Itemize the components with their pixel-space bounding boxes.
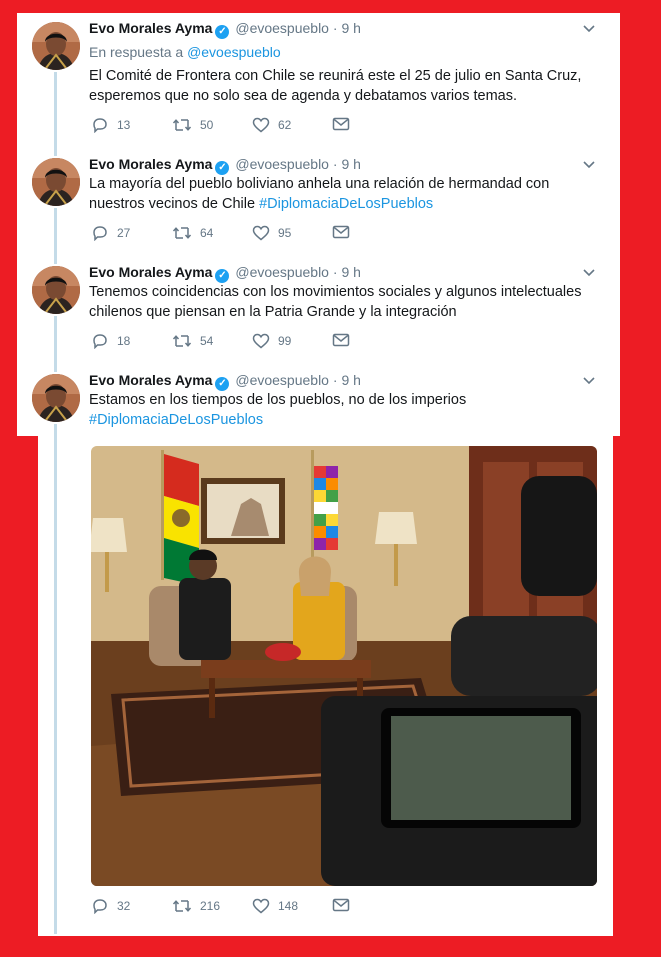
heart-icon	[252, 117, 270, 133]
reply-count: 32	[117, 899, 131, 913]
retweet-count: 64	[200, 226, 214, 240]
retweet-icon	[172, 335, 192, 347]
tweet-header: Evo Morales Ayma ✓ @evoespueblo · 9 h	[89, 372, 361, 391]
tweet-photo[interactable]	[91, 446, 597, 886]
envelope-icon	[332, 333, 350, 347]
separator: ·	[332, 264, 338, 280]
author-name[interactable]: Evo Morales Ayma	[89, 372, 212, 388]
tweet-text: La mayoría del pueblo boliviano anhela u…	[89, 174, 589, 214]
reply-icon	[93, 899, 107, 914]
chevron-down-icon[interactable]	[583, 158, 595, 172]
tweet-header: Evo Morales Ayma ✓ @evoespueblo · 9 h	[89, 156, 361, 175]
verified-badge-icon: ✓	[215, 269, 230, 283]
reply-icon	[93, 226, 107, 241]
author-handle[interactable]: @evoespueblo	[235, 20, 329, 36]
direct-message-button[interactable]	[332, 225, 358, 239]
retweet-button[interactable]: 64	[172, 225, 213, 241]
direct-message-button[interactable]	[332, 117, 358, 131]
heart-icon	[252, 898, 270, 914]
author-name[interactable]: Evo Morales Ayma	[89, 264, 212, 280]
heart-icon	[252, 225, 270, 241]
tweet[interactable]: Evo Morales Ayma ✓ @evoespueblo · 9 h En …	[0, 0, 661, 150]
direct-message-button[interactable]	[332, 898, 358, 912]
like-count: 99	[278, 334, 292, 348]
author-name[interactable]: Evo Morales Ayma	[89, 20, 212, 36]
separator: ·	[332, 20, 338, 36]
retweet-icon	[172, 900, 192, 912]
tweet[interactable]: Evo Morales Ayma ✓ @evoespueblo · 9 h Ten…	[0, 258, 661, 366]
avatar[interactable]	[32, 158, 80, 206]
tweet-text: Tenemos coincidencias con los movimiento…	[89, 284, 582, 320]
reply-button[interactable]: 18	[91, 333, 130, 349]
heart-icon	[252, 333, 270, 349]
verified-badge-icon: ✓	[215, 25, 230, 39]
timestamp[interactable]: 9 h	[341, 264, 360, 280]
reply-button[interactable]: 27	[91, 225, 130, 241]
reply-prefix: En respuesta a	[89, 44, 184, 60]
verified-badge-icon: ✓	[215, 161, 230, 175]
chevron-down-icon[interactable]	[583, 266, 595, 280]
retweet-count: 216	[200, 899, 221, 913]
retweet-count: 50	[200, 118, 214, 132]
tweet-text: Estamos en los tiempos de los pueblos, n…	[89, 390, 589, 430]
tweet-body: Estamos en los tiempos de los pueblos, n…	[89, 392, 467, 408]
reply-context: En respuesta a @evoespueblo	[89, 44, 281, 60]
like-count: 148	[278, 899, 299, 913]
tweet-header: Evo Morales Ayma ✓ @evoespueblo · 9 h	[89, 264, 361, 283]
reply-button[interactable]: 13	[91, 117, 130, 133]
avatar[interactable]	[32, 22, 80, 70]
like-button[interactable]: 95	[252, 225, 291, 241]
retweet-count: 54	[200, 334, 214, 348]
like-button[interactable]: 99	[252, 333, 291, 349]
hashtag-link[interactable]: #DiplomaciaDeLosPueblos	[89, 410, 589, 430]
interview-photo-illustration	[91, 446, 597, 886]
reply-count: 27	[117, 226, 131, 240]
retweet-icon	[172, 119, 192, 131]
envelope-icon	[332, 225, 350, 239]
reply-icon	[93, 118, 107, 133]
direct-message-button[interactable]	[332, 333, 358, 347]
like-button[interactable]: 148	[252, 898, 298, 914]
author-handle[interactable]: @evoespueblo	[235, 372, 329, 388]
tweet[interactable]: Evo Morales Ayma ✓ @evoespueblo · 9 h La …	[0, 150, 661, 258]
reply-mention-link[interactable]: @evoespueblo	[187, 44, 281, 60]
retweet-button[interactable]: 50	[172, 117, 213, 133]
timestamp[interactable]: 9 h	[341, 156, 360, 172]
chevron-down-icon[interactable]	[583, 374, 595, 388]
like-count: 62	[278, 118, 292, 132]
envelope-icon	[332, 117, 350, 131]
timestamp[interactable]: 9 h	[341, 372, 360, 388]
timestamp[interactable]: 9 h	[341, 20, 360, 36]
separator: ·	[332, 372, 338, 388]
like-button[interactable]: 62	[252, 117, 291, 133]
verified-badge-icon: ✓	[215, 377, 230, 391]
reply-icon	[93, 334, 107, 349]
tweet-header: Evo Morales Ayma ✓ @evoespueblo · 9 h	[89, 20, 361, 39]
reply-count: 18	[117, 334, 131, 348]
envelope-icon	[332, 898, 350, 912]
retweet-icon	[172, 227, 192, 239]
avatar[interactable]	[32, 374, 80, 422]
retweet-button[interactable]: 216	[172, 898, 220, 914]
avatar[interactable]	[32, 266, 80, 314]
like-count: 95	[278, 226, 292, 240]
separator: ·	[332, 156, 338, 172]
author-handle[interactable]: @evoespueblo	[235, 156, 329, 172]
chevron-down-icon[interactable]	[583, 22, 595, 36]
hashtag-link[interactable]: #DiplomaciaDeLosPueblos	[259, 196, 433, 212]
author-name[interactable]: Evo Morales Ayma	[89, 156, 212, 172]
reply-count: 13	[117, 118, 131, 132]
author-handle[interactable]: @evoespueblo	[235, 264, 329, 280]
reply-button[interactable]: 32	[91, 898, 130, 914]
tweet-text: El Comité de Frontera con Chile se reuni…	[89, 68, 582, 104]
retweet-button[interactable]: 54	[172, 333, 213, 349]
